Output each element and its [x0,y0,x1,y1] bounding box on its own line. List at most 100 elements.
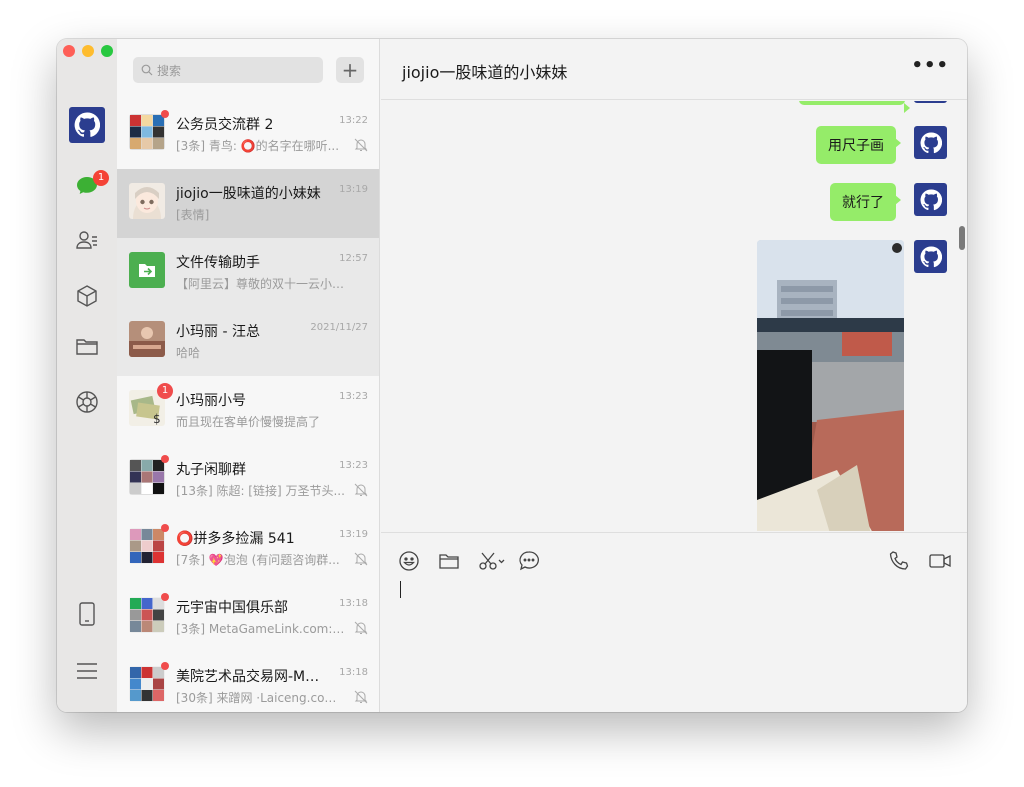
search-placeholder: 搜索 [157,63,182,78]
files-nav-icon[interactable] [74,333,100,359]
message-area[interactable]: 用尺子画 就行了 [381,101,967,531]
conversation-item[interactable]: 公务员交流群 2 13:22 [3条] 青鸟: ⭕的名字在哪听... [117,100,379,169]
file-transfer-avatar [129,252,165,288]
conversation-item[interactable]: 元宇宙中国俱乐部 13:18 [3条] MetaGameLink.com: nf… [117,583,379,652]
folder-icon [439,554,459,569]
conversation-preview: [3条] MetaGameLink.com: nf... [176,622,346,636]
more-options-button[interactable]: ••• [911,55,949,76]
unread-dot [161,593,169,601]
phone-device-icon[interactable] [74,601,100,627]
screenshot-button[interactable] [477,549,509,573]
conversation-item[interactable]: 小玛丽 - 汪总 2021/11/27 哈哈 [117,307,379,376]
chat-header: jiojio一股味道的小妹妹 ••• [381,39,967,100]
my-avatar-small [914,101,947,103]
unread-count-badge: 1 [157,383,173,399]
conversation-item[interactable]: ⭕拼多多捡漏 541 13:19 [7条] 💖泡泡 (有问题咨询群... [117,514,379,583]
chat-pane: jiojio一股味道的小妹妹 ••• 用尺子画 就行了 [381,39,967,712]
conversation-preview: 哈哈 [176,346,201,360]
conversation-name: 美院艺术品交易网-Me... [176,669,326,685]
conversation-preview: [7条] 💖泡泡 (有问题咨询群... [176,553,340,567]
group-avatar [129,666,165,702]
my-avatar-small [914,240,947,273]
my-avatar-small [914,126,947,159]
search-icon [141,64,153,76]
minimize-window-button[interactable] [82,45,94,57]
contacts-nav-icon[interactable] [74,227,100,253]
github-logo-icon [74,112,100,137]
conversation-name: jiojio一股味道的小妹妹 [176,186,321,202]
group-avatar [129,528,165,564]
search-input[interactable]: 搜索 [133,57,323,83]
conversation-time: 13:18 [339,667,368,678]
close-window-button[interactable] [63,45,75,57]
contact-avatar [129,321,165,357]
sidebar-rail: 1 [57,39,117,712]
contact-avatar [129,183,165,219]
conversation-preview: [3条] 青鸟: ⭕的名字在哪听... [176,139,340,153]
moments-nav-icon[interactable] [74,389,100,415]
phone-icon [889,551,909,570]
github-logo-icon [920,245,942,267]
image-message[interactable] [757,240,904,531]
message-bubble[interactable]: 用尺子画 [816,126,901,164]
add-button[interactable]: + [336,57,364,83]
group-avatar [129,459,165,495]
conversation-item[interactable]: $ 1 小玛丽小号 13:23 而且现在客单价慢慢提高了 [117,376,379,445]
video-icon [929,554,951,568]
message-bubble[interactable]: 就行了 [830,183,901,221]
conversation-time: 13:19 [339,529,368,540]
github-logo-icon [920,131,942,153]
group-avatar [129,114,165,150]
svg-text:$: $ [153,412,161,426]
conversation-list: 搜索 + 公务员交流群 2 13:22 [3条] 青鸟: ⭕的名字在哪听... … [117,39,380,712]
message-scrollbar[interactable] [959,226,965,250]
conversation-time: 13:23 [339,460,368,471]
conversation-preview: 【阿里云】尊敬的双十一云小宝... [176,277,346,291]
mute-icon [354,138,368,152]
conversation-item[interactable]: 丸子闲聊群 13:23 [13条] 陈超: [链接] 万圣节头... [117,445,379,514]
my-avatar[interactable] [69,107,105,143]
conversation-item[interactable]: 文件传输助手 12:57 【阿里云】尊敬的双十一云小宝... [117,238,379,307]
unread-dot [161,524,169,532]
mute-icon [354,552,368,566]
conversation-preview: [表情] [176,208,210,222]
my-avatar-small [914,183,947,216]
text-input-caret[interactable] [400,581,401,598]
mute-icon [354,621,368,635]
group-avatar [129,597,165,633]
zoom-window-button[interactable] [101,45,113,57]
conversation-name: ⭕拼多多捡漏 541 [176,531,295,547]
mute-icon [354,483,368,497]
conversation-preview: [30条] 来蹭网 ·Laiceng.com:... [176,691,346,705]
conversation-preview: 而且现在客单价慢慢提高了 [176,415,321,429]
menu-icon[interactable] [74,658,100,684]
chats-unread-badge: 1 [93,170,109,186]
conversation-item[interactable]: 美院艺术品交易网-Me... 13:18 [30条] 来蹭网 ·Laiceng.… [117,652,379,712]
conversation-item-selected[interactable]: jiojio一股味道的小妹妹 13:19 [表情] [117,169,379,238]
mute-icon [354,690,368,704]
conversation-name: 元宇宙中国俱乐部 [176,600,288,616]
scissors-icon [479,552,505,570]
unread-dot [161,662,169,670]
conversation-time: 13:23 [339,391,368,402]
conversation-time: 2021/11/27 [310,322,368,333]
send-file-button[interactable] [437,549,461,573]
video-call-button[interactable] [927,549,953,573]
emoji-button[interactable] [397,549,421,573]
wechat-window: 1 搜索 + 公务员交流群 2 13:22 [3条] 青鸟: ⭕的名字在哪听..… [57,39,967,712]
unread-dot [161,110,169,118]
conversation-time: 13:19 [339,184,368,195]
chat-history-button[interactable] [517,549,541,573]
github-logo-icon [920,188,942,210]
window-controls [63,45,113,57]
favorites-nav-icon[interactable] [74,283,100,309]
voice-call-button[interactable] [887,549,911,573]
unread-dot [161,455,169,463]
conversation-time: 12:57 [339,253,368,264]
conversation-name: 文件传输助手 [176,255,260,271]
chat-title: jiojio一股味道的小妹妹 [402,63,568,82]
conversation-time: 13:22 [339,115,368,126]
message-bubble-partial[interactable] [799,101,910,113]
conversation-name: 公务员交流群 2 [176,117,274,133]
conversation-name: 小玛丽 - 汪总 [176,324,260,340]
